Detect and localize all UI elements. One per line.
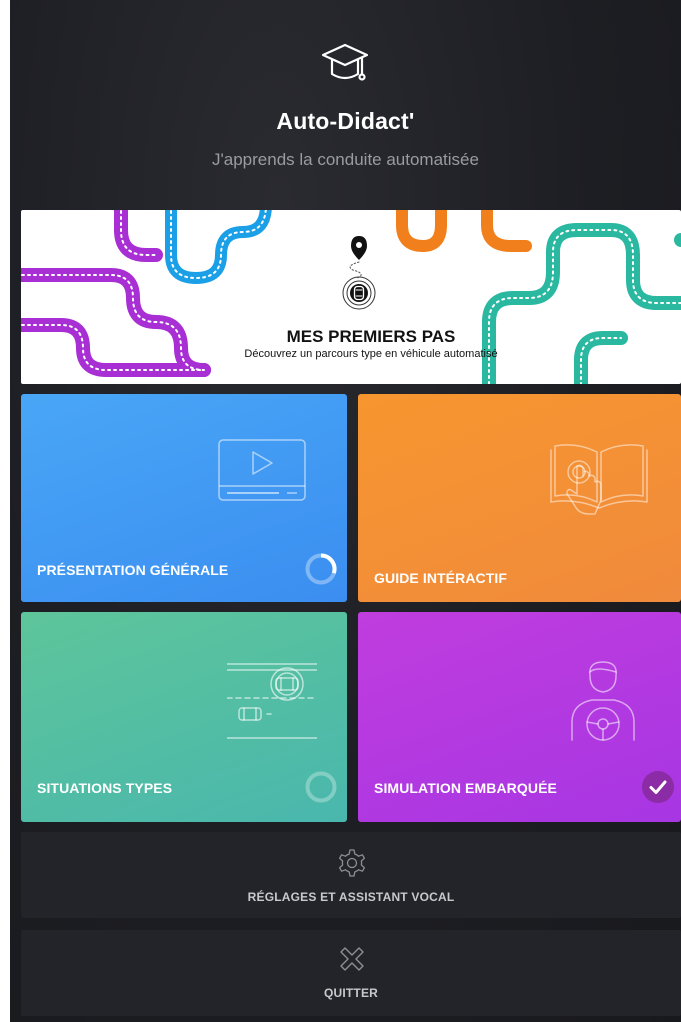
check-badge-icon [642, 771, 674, 803]
settings-label: RÉGLAGES ET ASSISTANT VOCAL [247, 890, 455, 904]
banner-subtitle: Découvrez un parcours type en véhicule a… [244, 348, 498, 360]
banner-title: MES PREMIERS PAS [286, 327, 456, 346]
gear-icon [338, 849, 366, 877]
tile-guide-interactif[interactable]: GUIDE INTÉRACTIF [358, 394, 681, 602]
graduation-cap-icon [321, 43, 369, 81]
tile-label: SITUATIONS TYPES [37, 780, 173, 796]
first-steps-banner[interactable]: MES PREMIERS PAS Découvrez un parcours t… [21, 210, 681, 384]
tile-situations-types[interactable]: SITUATIONS TYPES [21, 612, 347, 822]
app-title: Auto-Didact' [276, 108, 415, 134]
close-icon [340, 947, 364, 971]
progress-ring-icon [305, 553, 337, 585]
app-subtitle: J'apprends la conduite automatisée [212, 150, 479, 169]
traffic-cars-icon [227, 663, 317, 739]
settings-button[interactable]: RÉGLAGES ET ASSISTANT VOCAL [21, 832, 681, 918]
app-header: Auto-Didact' J'apprends la conduite auto… [10, 0, 681, 200]
tile-label: PRÉSENTATION GÉNÉRALE [37, 562, 229, 578]
tile-label: GUIDE INTÉRACTIF [374, 570, 508, 586]
tile-presentation-generale[interactable]: PRÉSENTATION GÉNÉRALE [21, 394, 347, 602]
book-touch-icon [550, 444, 648, 515]
quit-button[interactable]: QUITTER [21, 930, 681, 1016]
quit-label: QUITTER [323, 986, 379, 1000]
tile-simulation-embarquee[interactable]: SIMULATION EMBARQUÉE [358, 612, 681, 822]
app-screen: Auto-Didact' J'apprends la conduite auto… [10, 0, 681, 1022]
video-player-icon [218, 439, 306, 501]
driver-steering-icon [571, 661, 635, 741]
tile-label: SIMULATION EMBARQUÉE [374, 780, 557, 796]
location-pin-icon [351, 236, 367, 260]
car-top-view-icon [342, 276, 376, 310]
progress-ring-icon [305, 771, 337, 803]
